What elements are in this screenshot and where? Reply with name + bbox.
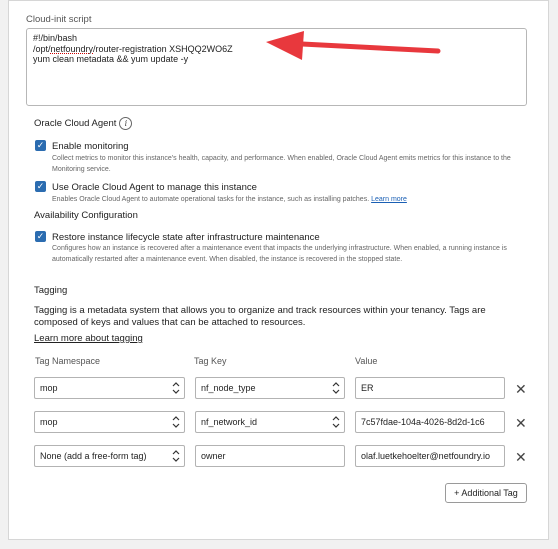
remove-tag-icon[interactable]: ✕	[515, 382, 527, 396]
remove-tag-icon[interactable]: ✕	[515, 450, 527, 464]
tag-key-input[interactable]: owner	[195, 445, 345, 467]
col-tag-namespace: Tag Namespace	[35, 356, 101, 366]
monitoring-title: Enable monitoring	[52, 141, 129, 152]
tag-namespace-select[interactable]: mop	[34, 411, 185, 433]
annotation-arrow	[266, 31, 441, 60]
remove-tag-icon[interactable]: ✕	[515, 416, 527, 430]
restore-checkbox[interactable]: ✓	[35, 231, 46, 242]
select-value: nf_node_type	[201, 383, 256, 393]
info-icon[interactable]: i	[119, 117, 133, 130]
manage-title: Use Oracle Cloud Agent to manage this in…	[52, 182, 257, 193]
cloud-agent-heading: Oracle Cloud Agent i	[34, 117, 133, 130]
tagging-description: Tagging is a metadata system that allows…	[34, 305, 486, 328]
select-value: None (add a free-form tag)	[40, 451, 147, 461]
chevron-updown-icon	[172, 382, 180, 394]
cloud-init-label: Cloud-init script	[26, 14, 92, 25]
manage-learn-more-link[interactable]: Learn more	[371, 196, 407, 203]
manage-desc-block: Enables Oracle Cloud Agent to automate o…	[52, 194, 544, 205]
manage-desc: Enables Oracle Cloud Agent to automate o…	[52, 196, 370, 203]
monitoring-checkbox[interactable]: ✓	[35, 140, 46, 151]
chevron-updown-icon	[172, 450, 180, 462]
restore-desc: Configures how an instance is recovered …	[52, 245, 507, 263]
manage-checkbox[interactable]: ✓	[35, 181, 46, 192]
restore-title: Restore instance lifecycle state after i…	[52, 232, 320, 243]
monitoring-desc: Collect metrics to monitor this instance…	[52, 155, 511, 173]
add-additional-tag-button[interactable]: + Additional Tag	[445, 483, 527, 503]
tag-value-input[interactable]: ER	[355, 377, 505, 399]
tag-value-input[interactable]: 7c57fdae-104a-4026-8d2d-1c6	[355, 411, 505, 433]
tag-key-select[interactable]: nf_node_type	[195, 377, 345, 399]
select-value: mop	[40, 383, 58, 393]
tag-namespace-select[interactable]: None (add a free-form tag)	[34, 445, 185, 467]
availability-heading: Availability Configuration	[34, 210, 138, 221]
chevron-updown-icon	[332, 382, 340, 394]
learn-more-tagging-link[interactable]: Learn more about tagging	[34, 333, 143, 345]
col-value: Value	[355, 356, 378, 366]
select-value: nf_network_id	[201, 417, 258, 427]
chevron-updown-icon	[332, 416, 340, 428]
tag-key-select[interactable]: nf_network_id	[195, 411, 345, 433]
select-value: mop	[40, 417, 58, 427]
col-tag-key: Tag Key	[194, 356, 227, 366]
tag-namespace-select[interactable]: mop	[34, 377, 185, 399]
chevron-updown-icon	[172, 416, 180, 428]
tag-value-input[interactable]: olaf.luetkehoelter@netfoundry.io	[355, 445, 505, 467]
tagging-heading: Tagging	[34, 285, 68, 296]
